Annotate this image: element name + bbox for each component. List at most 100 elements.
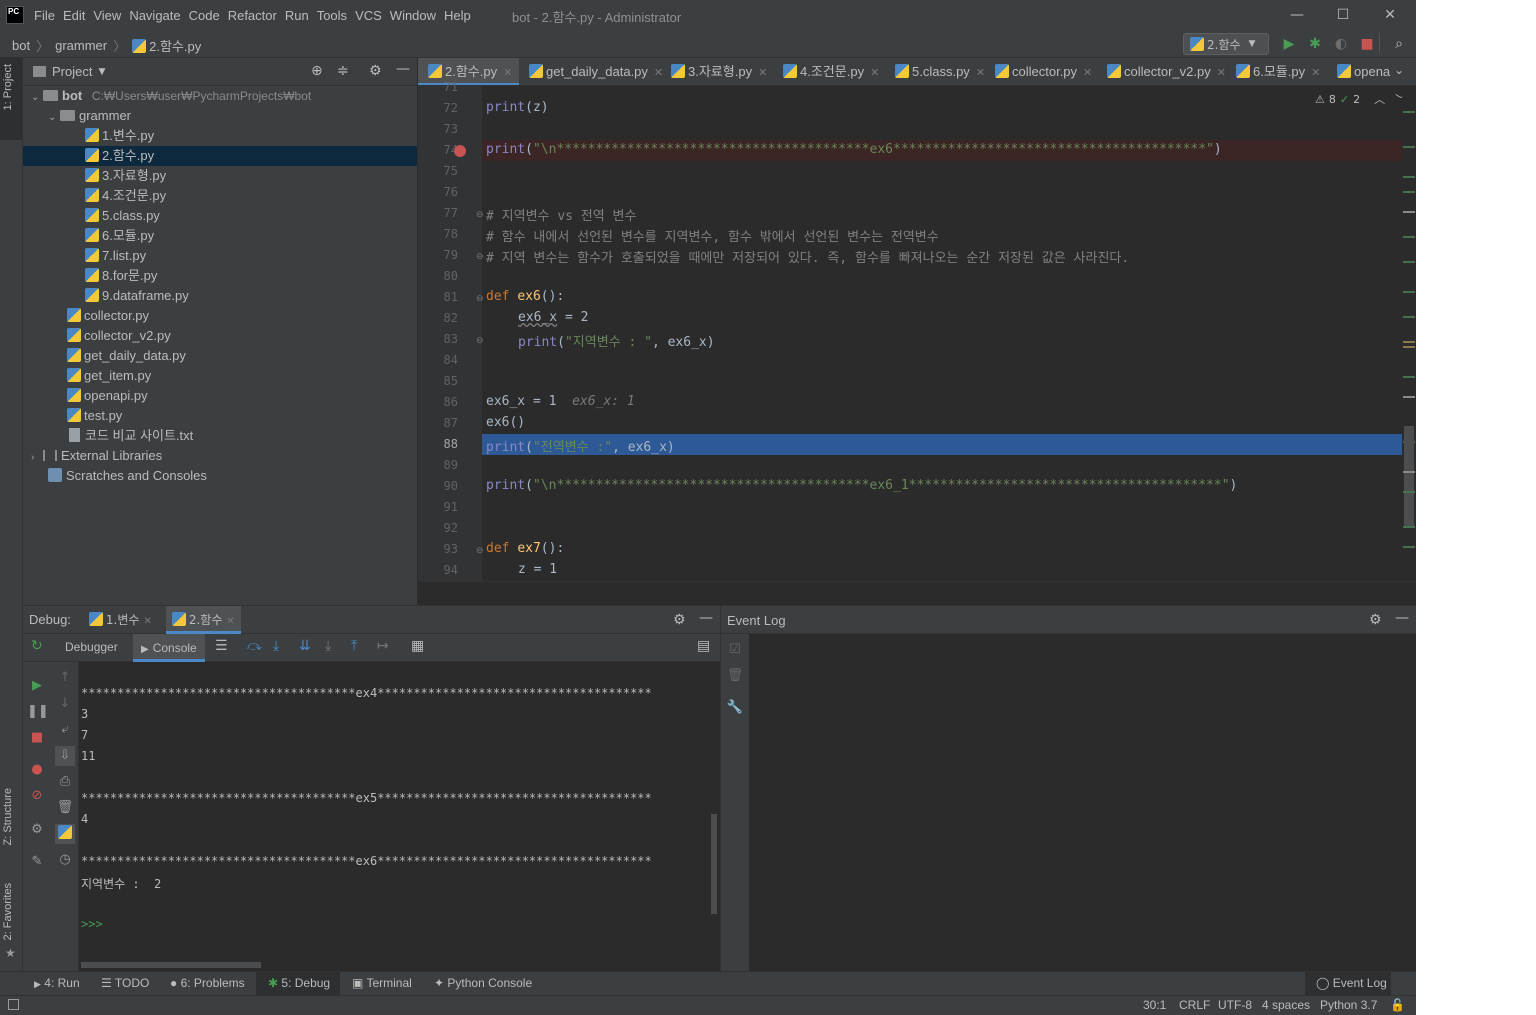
close-icon[interactable]: ✕: [758, 67, 767, 79]
gear-icon[interactable]: ⚙: [369, 63, 382, 79]
menu-tools[interactable]: Tools: [313, 8, 351, 23]
tree-file[interactable]: 3.자료형.py: [23, 166, 417, 186]
tree-scratches[interactable]: Scratches and Consoles: [23, 466, 417, 486]
tool-windows-icon[interactable]: [8, 999, 19, 1010]
tree-file[interactable]: openapi.py: [23, 386, 417, 406]
code-area[interactable]: print(z) print("\n**********************…: [482, 86, 1410, 581]
line-separator[interactable]: CRLF: [1179, 998, 1210, 1012]
menu-view[interactable]: View: [89, 8, 125, 23]
scroll-to-end-icon[interactable]: ⇩: [55, 746, 75, 766]
tree-file[interactable]: 5.class.py: [23, 206, 417, 226]
close-icon[interactable]: ✕: [976, 67, 985, 79]
tree-file[interactable]: 코드 비교 사이트.txt: [23, 426, 417, 446]
tree-file[interactable]: test.py: [23, 406, 417, 426]
debug-icon[interactable]: ✱: [1306, 35, 1324, 53]
step-into-my-code-icon[interactable]: ⇊: [299, 638, 311, 654]
soft-wrap-icon[interactable]: ⤶: [55, 720, 75, 740]
menu-run[interactable]: Run: [281, 8, 313, 23]
chevron-up-icon[interactable]: ︿: [1374, 91, 1385, 107]
debug-session-tab[interactable]: 1.변수 ✕: [88, 606, 152, 634]
force-step-into-icon[interactable]: ⤓: [325, 638, 331, 654]
console-scroll-thumb[interactable]: [711, 814, 717, 914]
tree-file[interactable]: get_item.py: [23, 366, 417, 386]
tree-external-libraries[interactable]: › External Libraries: [23, 446, 417, 466]
stop-icon[interactable]: ■: [27, 728, 47, 748]
crumb-project[interactable]: bot: [12, 38, 30, 53]
menu-window[interactable]: Window: [386, 8, 440, 23]
hide-icon[interactable]: —: [699, 610, 713, 626]
close-icon[interactable]: ✕: [1083, 67, 1092, 79]
wrench-icon[interactable]: 🔧: [725, 698, 745, 718]
mute-breakpoints-icon[interactable]: ⊘: [27, 786, 47, 806]
tree-file[interactable]: 8.for문.py: [23, 266, 417, 286]
editor-tab[interactable]: 4.조건문.py ✕: [773, 58, 879, 85]
layout-icon[interactable]: ▤: [697, 638, 710, 654]
close-button[interactable]: ✕: [1367, 4, 1413, 26]
menu-edit[interactable]: Edit: [59, 8, 89, 23]
stop-icon[interactable]: ■: [1358, 35, 1376, 53]
view-breakpoints-icon[interactable]: ●: [27, 760, 47, 780]
coverage-icon[interactable]: ◐: [1332, 35, 1350, 53]
mark-read-icon[interactable]: ☑: [725, 640, 745, 660]
tab-debugger[interactable]: Debugger: [65, 640, 118, 654]
run-config-select[interactable]: 2.함수 ▼: [1183, 33, 1269, 55]
close-icon[interactable]: ✕: [1311, 67, 1320, 79]
close-icon[interactable]: ✕: [1217, 67, 1226, 79]
lock-icon[interactable]: 🔓: [1390, 998, 1405, 1012]
menu-file[interactable]: File: [30, 8, 59, 23]
indent-setting[interactable]: 4 spaces: [1262, 998, 1310, 1012]
trash-icon[interactable]: 🗑: [55, 798, 75, 818]
python-interpreter[interactable]: Python 3.7: [1320, 998, 1377, 1012]
tree-file[interactable]: 1.변수.py: [23, 126, 417, 146]
maximize-button[interactable]: ☐: [1320, 4, 1366, 26]
close-icon[interactable]: ✕: [143, 616, 151, 627]
structure-tool-label[interactable]: Z: Structure: [2, 788, 14, 845]
step-over-icon[interactable]: ⤼: [247, 638, 262, 654]
run-to-cursor-icon[interactable]: ↦: [377, 638, 389, 654]
history-icon[interactable]: ◷: [55, 850, 75, 870]
editor-tab[interactable]: collector.py ✕: [985, 58, 1092, 85]
collapse-all-icon[interactable]: ≑: [337, 63, 349, 79]
tree-file[interactable]: 9.dataframe.py: [23, 286, 417, 306]
favorites-tool-label[interactable]: 2: Favorites: [2, 883, 14, 940]
console-output[interactable]: **************************************ex…: [79, 662, 720, 972]
chevron-down-icon[interactable]: ⌄: [1394, 63, 1404, 77]
hide-icon[interactable]: —: [396, 61, 410, 77]
gear-icon[interactable]: ⚙: [27, 820, 47, 840]
caret-position[interactable]: 30:1: [1143, 998, 1166, 1012]
trash-icon[interactable]: 🗑: [725, 666, 745, 686]
crumb-file[interactable]: 2.함수.py: [149, 36, 201, 55]
step-into-icon[interactable]: ⤓: [273, 638, 279, 654]
evaluate-icon[interactable]: ▦: [411, 638, 424, 654]
crumb-folder[interactable]: grammer: [55, 38, 107, 53]
pause-icon[interactable]: ❚❚: [27, 702, 49, 722]
problems-tool-tab[interactable]: ● 6: Problems: [170, 976, 245, 990]
search-icon[interactable]: ⌕: [1390, 35, 1408, 53]
editor-tab[interactable]: 3.자료형.py ✕: [661, 58, 767, 85]
tree-file[interactable]: get_daily_data.py: [23, 346, 417, 366]
tree-file-selected[interactable]: 2.함수.py: [23, 146, 417, 166]
locate-icon[interactable]: ⊕: [311, 63, 323, 79]
editor-tab[interactable]: 6.모듈.py ✕: [1226, 58, 1320, 85]
rerun-icon[interactable]: ↻: [31, 638, 43, 654]
terminal-tool-tab[interactable]: ▣ Terminal: [352, 976, 412, 990]
file-encoding[interactable]: UTF-8: [1218, 998, 1252, 1012]
tree-file[interactable]: 6.모듈.py: [23, 226, 417, 246]
menu-help[interactable]: Help: [440, 8, 475, 23]
menu-refactor[interactable]: Refactor: [224, 8, 281, 23]
pin-icon[interactable]: ✎: [27, 852, 47, 872]
error-stripe[interactable]: [1402, 86, 1416, 581]
run-icon[interactable]: ▶: [1280, 35, 1298, 53]
menu-code[interactable]: Code: [185, 8, 224, 23]
editor-tab[interactable]: collector_v2.py ✕: [1097, 58, 1226, 85]
project-view-label[interactable]: Project: [52, 64, 92, 79]
tree-file[interactable]: 7.list.py: [23, 246, 417, 266]
menu-navigate[interactable]: Navigate: [125, 8, 184, 23]
todo-tool-tab[interactable]: ☰ TODO: [101, 976, 149, 990]
menu-vcs[interactable]: VCS: [351, 8, 386, 23]
editor-tab[interactable]: get_daily_data.py ✕: [519, 58, 663, 85]
scroll-thumb[interactable]: [1404, 426, 1414, 526]
arrow-down-icon[interactable]: ↓: [55, 694, 75, 714]
inspection-widget[interactable]: ⚠ 8 ✓ 2 ︿ ﹀: [1315, 91, 1406, 107]
hide-icon[interactable]: —: [1395, 610, 1409, 626]
